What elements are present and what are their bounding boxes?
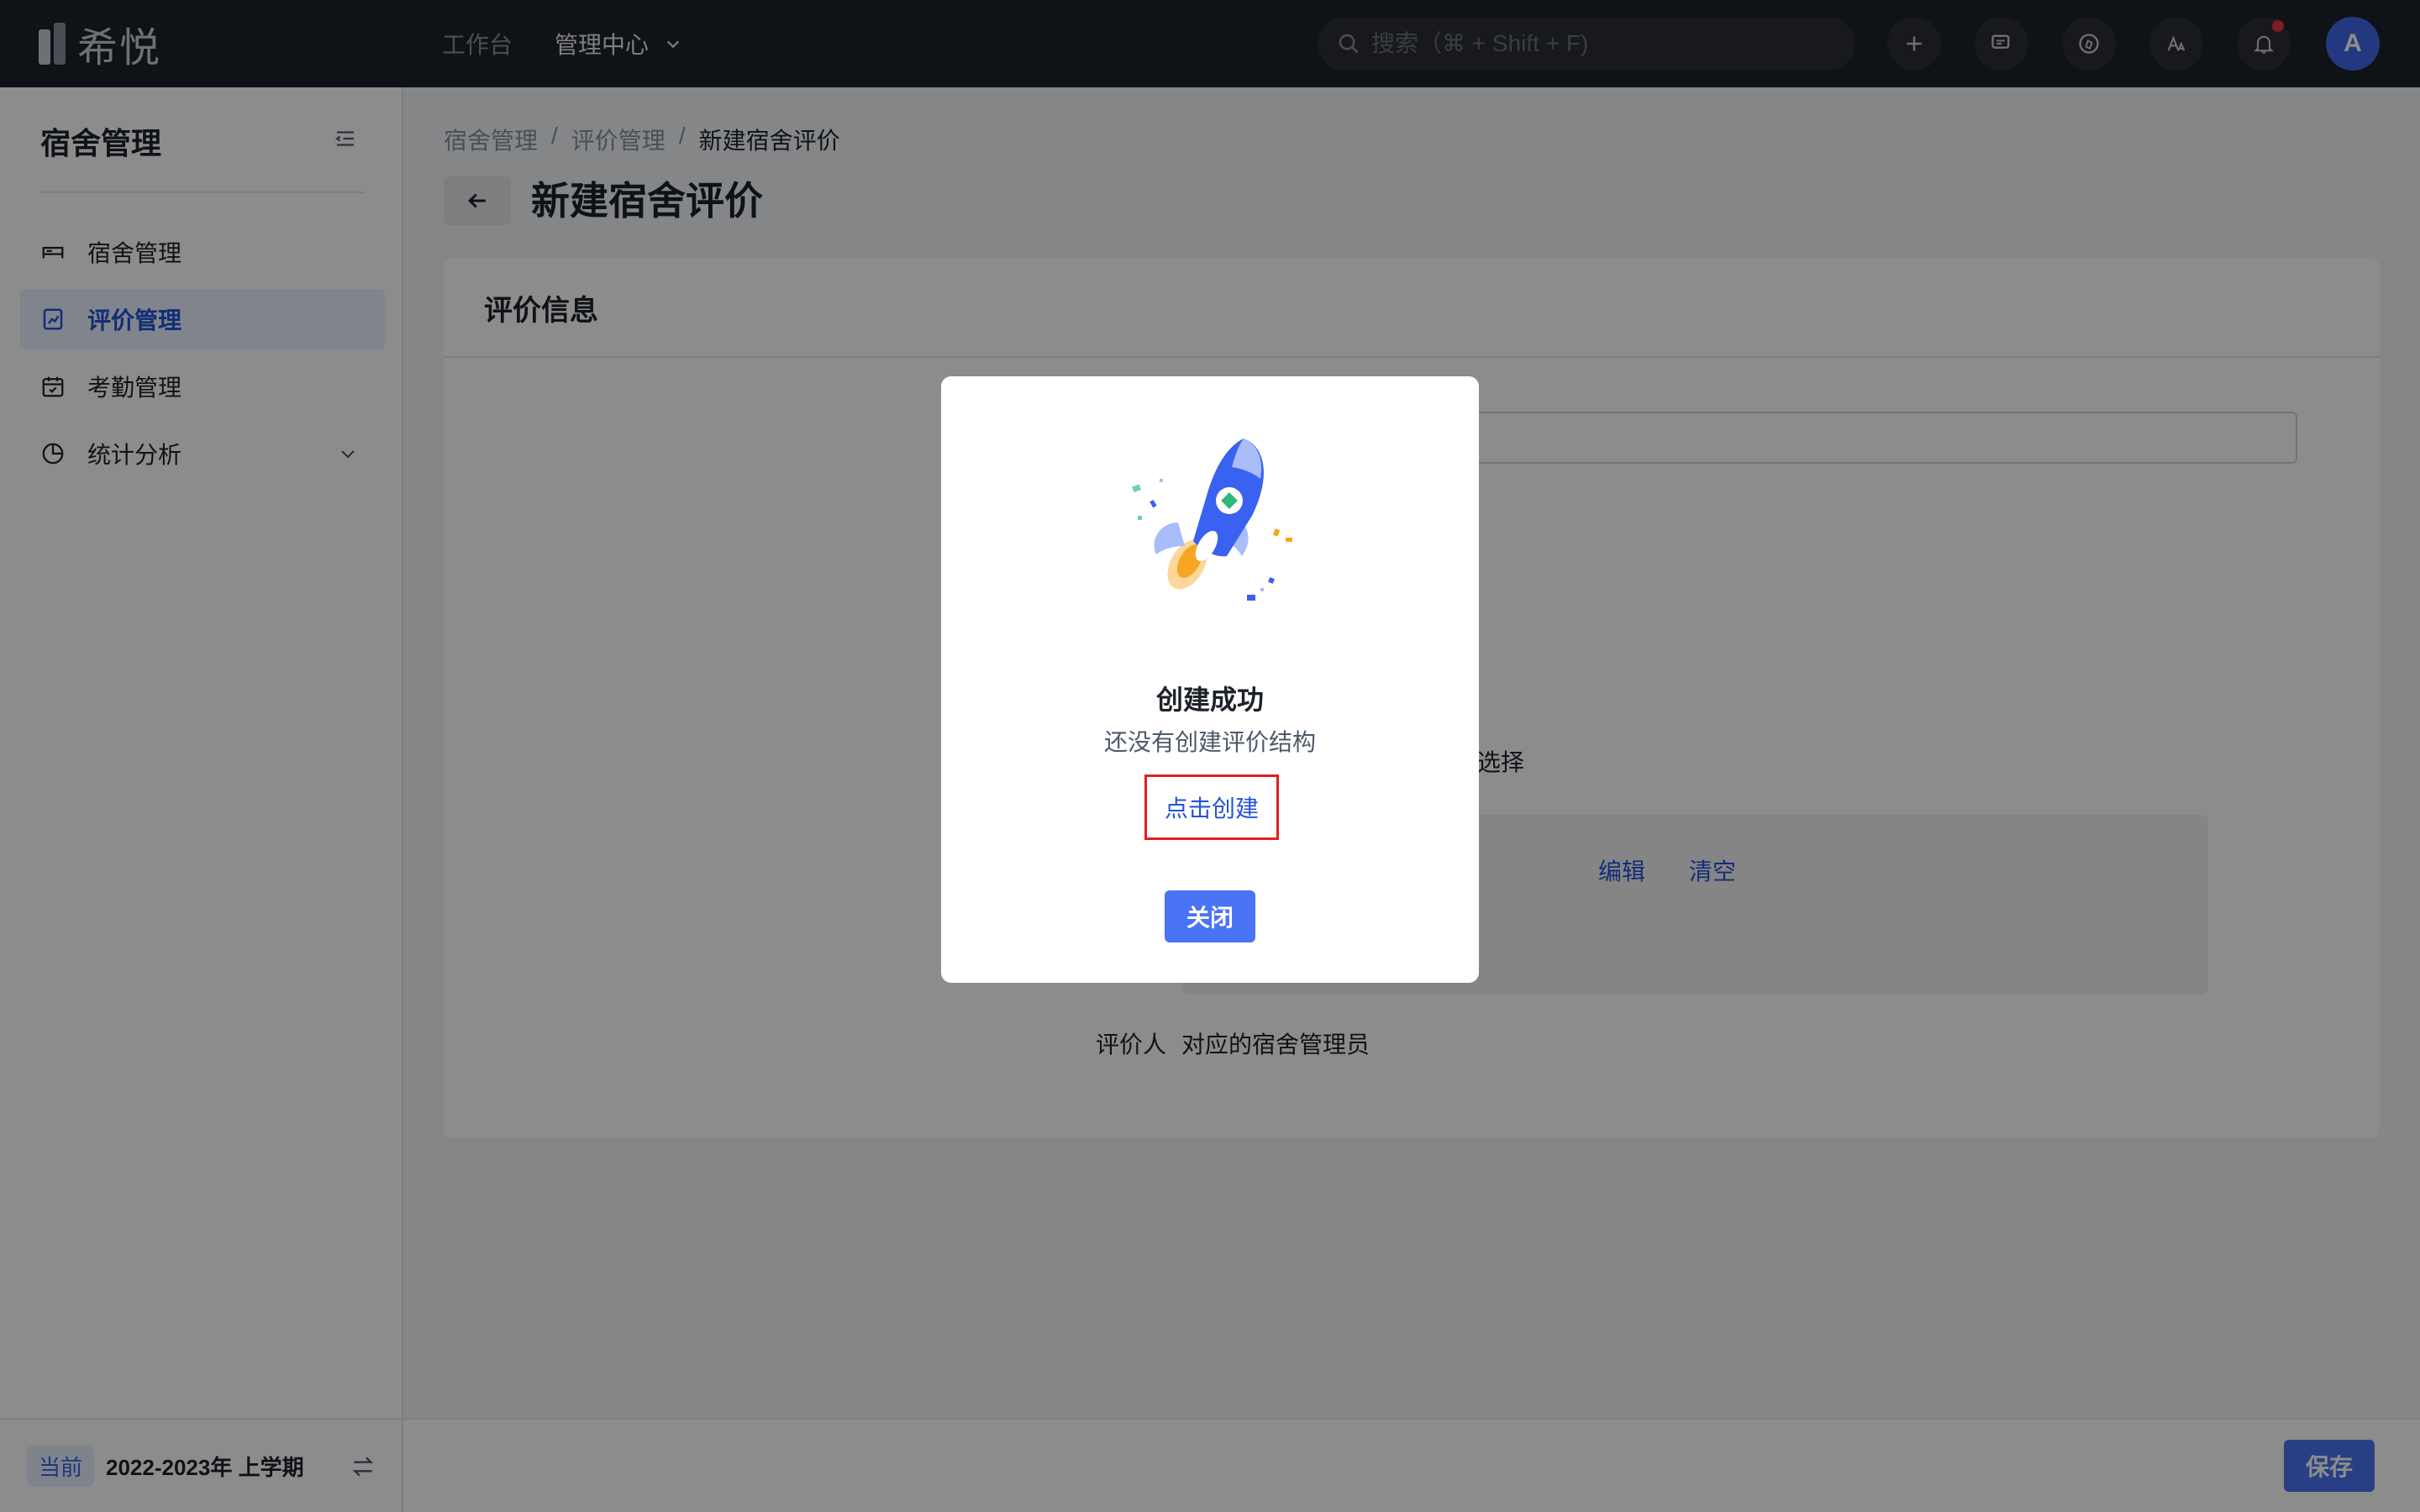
create-structure-link[interactable]: 点击创建 bbox=[1144, 774, 1279, 840]
modal-title: 创建成功 bbox=[1155, 685, 1264, 715]
modal-subtitle: 还没有创建评价结构 bbox=[1103, 729, 1316, 755]
close-button[interactable]: 关闭 bbox=[1165, 890, 1255, 942]
success-modal: 创建成功 还没有创建评价结构 点击创建 关闭 bbox=[941, 376, 1479, 983]
rocket-illustration-icon bbox=[1132, 438, 1292, 601]
